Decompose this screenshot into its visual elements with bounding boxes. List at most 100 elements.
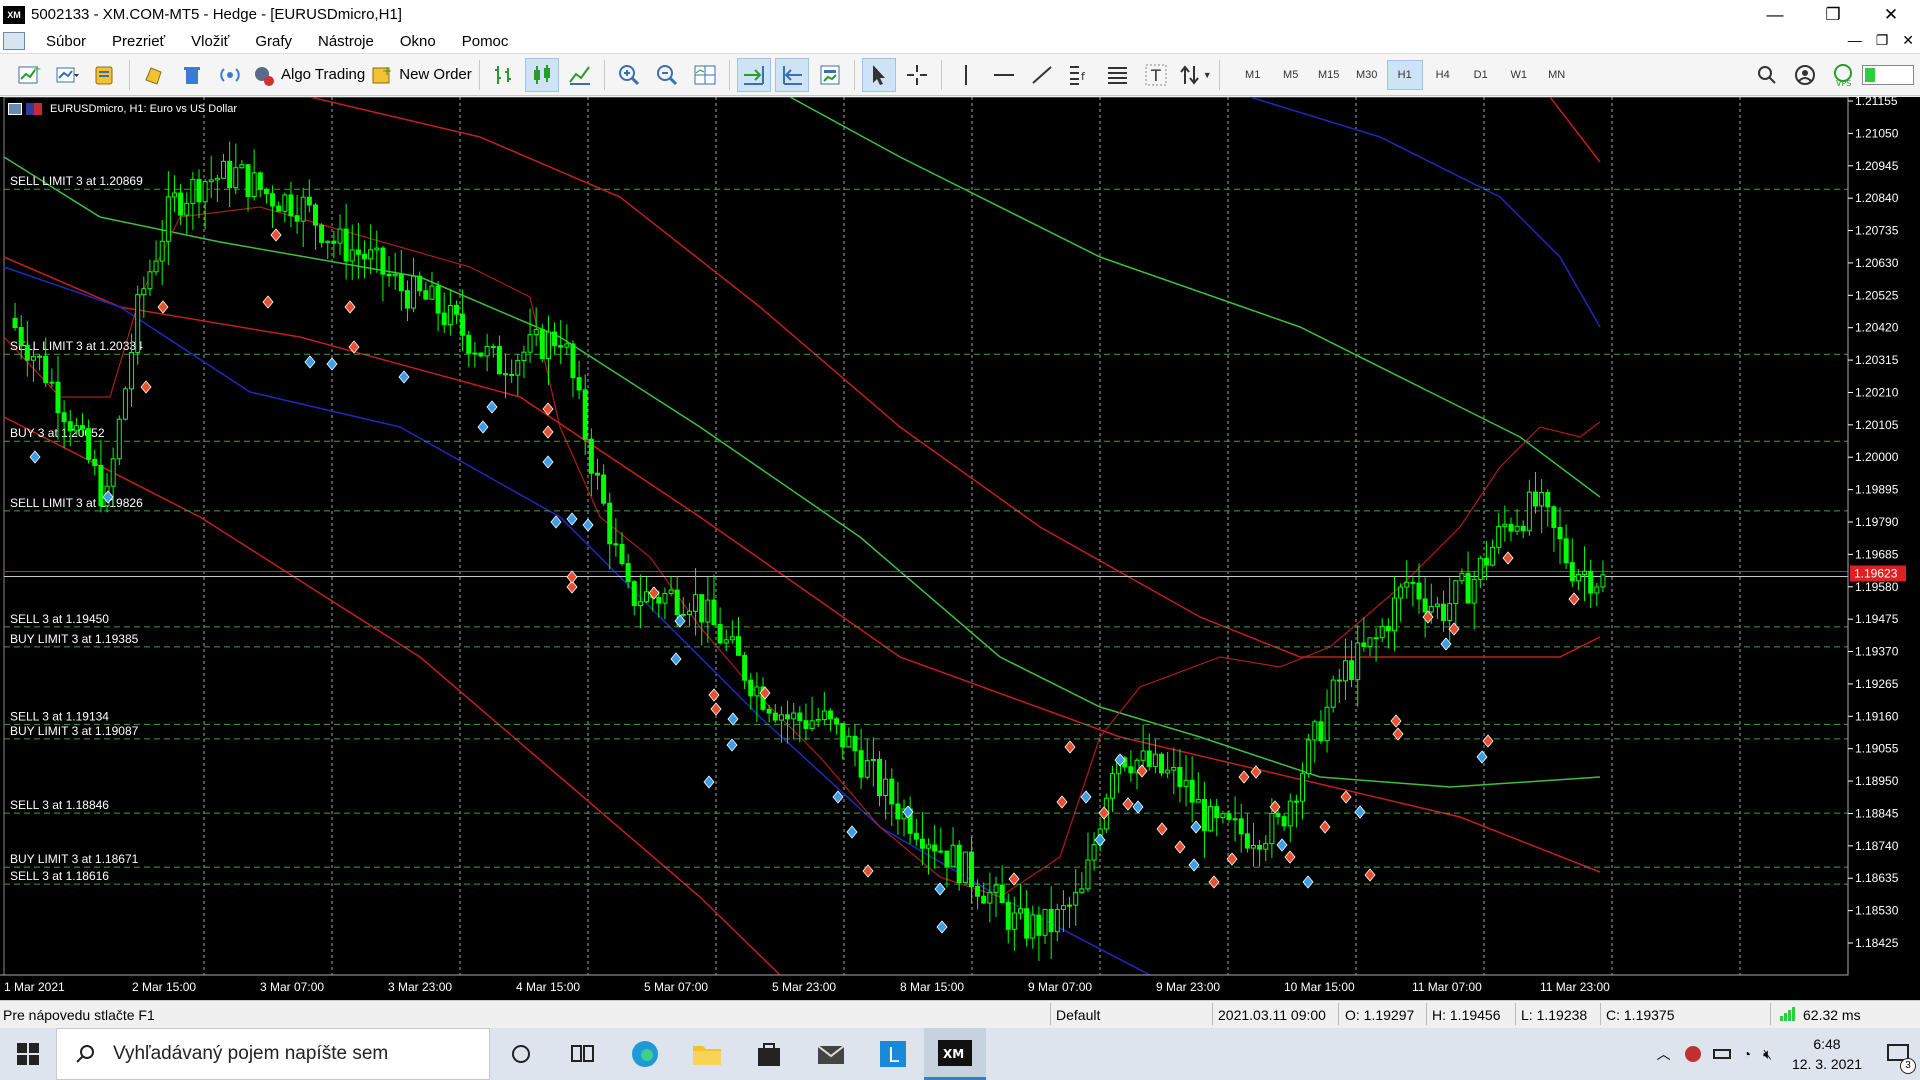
candle-body xyxy=(73,425,79,432)
timeframe-d1[interactable]: D1 xyxy=(1463,60,1499,90)
menu-file[interactable]: Súbor xyxy=(33,33,99,50)
fibonacci-icon: f xyxy=(1069,65,1086,85)
candle-body xyxy=(1183,779,1189,787)
account-button[interactable] xyxy=(1788,58,1822,92)
volume-muted-icon[interactable]: 🔇︎ xyxy=(1763,1046,1772,1063)
profile-name[interactable]: Default xyxy=(1056,1007,1100,1023)
templates-button[interactable] xyxy=(813,58,847,92)
notifications-button[interactable]: 3 xyxy=(1876,1028,1920,1080)
file-explorer-taskbar-button[interactable] xyxy=(676,1028,738,1080)
bar-chart-button[interactable] xyxy=(487,58,521,92)
l-app-taskbar-button[interactable]: L xyxy=(862,1028,924,1080)
status-time: 2021.03.11 09:00 xyxy=(1218,1007,1326,1023)
arrows-tool-button[interactable]: ▼ xyxy=(1177,58,1212,92)
time-tick-label: 11 Mar 07:00 xyxy=(1412,980,1482,994)
cortana-button[interactable] xyxy=(490,1028,552,1080)
crosshair-tool-button[interactable] xyxy=(900,58,934,92)
candle-body xyxy=(1545,492,1551,508)
search-button[interactable] xyxy=(1750,58,1784,92)
price-chart[interactable]: SELL LIMIT 3 at 1.20869 SELL LIMIT 3 at 1… xyxy=(0,97,1920,1000)
chart-settings-icon[interactable] xyxy=(8,103,22,115)
close-button[interactable]: ✕ xyxy=(1862,0,1920,29)
timeframe-h1[interactable]: H1 xyxy=(1386,59,1423,90)
store-taskbar-button[interactable] xyxy=(738,1028,800,1080)
candle-body xyxy=(1226,813,1232,820)
zoom-out-button[interactable] xyxy=(650,58,684,92)
menu-insert[interactable]: Vložiť xyxy=(178,33,242,50)
xm-app-icon[interactable]: XM xyxy=(3,5,25,24)
maximize-button[interactable]: ❐ xyxy=(1804,0,1862,29)
system-clock[interactable]: 6:48 12. 3. 2021 xyxy=(1792,1034,1862,1074)
xm-mt5-taskbar-button[interactable]: XM xyxy=(924,1028,986,1080)
candlestick-chart-button[interactable] xyxy=(524,57,559,92)
line-chart-button[interactable] xyxy=(563,58,597,92)
trend-line-tool-button[interactable] xyxy=(1025,58,1059,92)
task-view-button[interactable] xyxy=(552,1028,614,1080)
text-tool-button[interactable]: T xyxy=(1139,58,1173,92)
cursor-tool-button[interactable] xyxy=(861,57,896,92)
zoom-in-button[interactable] xyxy=(612,58,646,92)
candle-body xyxy=(1355,642,1361,681)
vps-button[interactable]: VPS xyxy=(1826,58,1860,92)
wifi-icon[interactable]: ◔ xyxy=(1743,1046,1751,1062)
mdi-restore-button[interactable]: ❐ xyxy=(1876,32,1889,49)
algo-trading-button[interactable]: Algo Trading xyxy=(251,58,365,92)
sell-trade-marker xyxy=(1568,592,1580,606)
menu-charts[interactable]: Grafy xyxy=(242,33,305,50)
minimize-button[interactable]: — xyxy=(1746,0,1804,29)
new-order-button[interactable]: + New Order xyxy=(369,58,472,92)
menu-tools[interactable]: Nástroje xyxy=(305,33,387,50)
timeframe-m1[interactable]: M1 xyxy=(1235,60,1271,90)
edge-taskbar-button[interactable] xyxy=(614,1028,676,1080)
antivirus-tray-icon[interactable] xyxy=(1684,1046,1701,1062)
chart-window[interactable]: SELL LIMIT 3 at 1.20869 SELL LIMIT 3 at 1… xyxy=(0,97,1920,1000)
timeframe-m30[interactable]: M30 xyxy=(1349,60,1385,90)
new-chart-button[interactable]: + xyxy=(12,58,46,92)
market-watch-button[interactable] xyxy=(88,58,122,92)
candle-body xyxy=(1269,813,1275,845)
text-tool-icon: T xyxy=(1145,64,1167,85)
auto-scroll-button[interactable] xyxy=(736,57,771,92)
timeframe-m15[interactable]: M15 xyxy=(1311,60,1347,90)
start-button[interactable] xyxy=(0,1028,56,1080)
timeframe-m5[interactable]: M5 xyxy=(1273,60,1309,90)
candle-body xyxy=(398,273,404,292)
current-price-label: 1.19623 xyxy=(1854,567,1898,581)
show-hidden-icons[interactable]: ︿ xyxy=(1657,1044,1671,1064)
navigator-button[interactable] xyxy=(175,58,209,92)
mail-taskbar-button[interactable] xyxy=(800,1028,862,1080)
strategy-tester-button[interactable] xyxy=(137,58,171,92)
signals-button[interactable] xyxy=(213,58,247,92)
candle-body xyxy=(1159,753,1165,774)
candle-body xyxy=(613,543,619,546)
candle-body xyxy=(631,581,637,607)
trend-line-icon xyxy=(1032,65,1052,84)
chart-shift-button[interactable] xyxy=(774,57,809,92)
timeframe-w1[interactable]: W1 xyxy=(1501,60,1537,90)
timeframe-h4[interactable]: H4 xyxy=(1425,60,1461,90)
price-tick-label: 1.21050 xyxy=(1855,126,1899,140)
sell-trade-marker xyxy=(262,295,274,309)
sell-trade-marker xyxy=(1340,790,1352,804)
candle-body xyxy=(1060,905,1066,910)
vertical-line-tool-button[interactable] xyxy=(949,58,983,92)
candle-body xyxy=(1594,586,1600,594)
mdi-close-button[interactable]: ✕ xyxy=(1902,32,1914,49)
sell-trade-marker xyxy=(1390,714,1402,728)
menu-view[interactable]: Prezrieť xyxy=(99,33,178,50)
profiles-button[interactable] xyxy=(50,58,84,92)
timeframe-mn[interactable]: MN xyxy=(1539,60,1575,90)
menu-window[interactable]: Okno xyxy=(387,33,449,50)
tile-windows-button[interactable] xyxy=(688,58,722,92)
battery-icon[interactable] xyxy=(1712,1049,1731,1059)
horizontal-line-tool-button[interactable] xyxy=(987,58,1021,92)
menu-help[interactable]: Pomoc xyxy=(449,33,522,50)
candle-body xyxy=(576,377,582,391)
channel-tool-button[interactable] xyxy=(1101,58,1135,92)
fibonacci-tool-button[interactable]: f xyxy=(1063,58,1097,92)
taskbar-search[interactable]: Vyhľadávaný pojem napíšte sem xyxy=(56,1028,490,1080)
chart-window-icon[interactable] xyxy=(3,32,25,50)
mdi-minimize-button[interactable]: — xyxy=(1848,32,1862,49)
candle-body xyxy=(840,723,846,748)
sell-trade-marker xyxy=(1392,727,1404,741)
